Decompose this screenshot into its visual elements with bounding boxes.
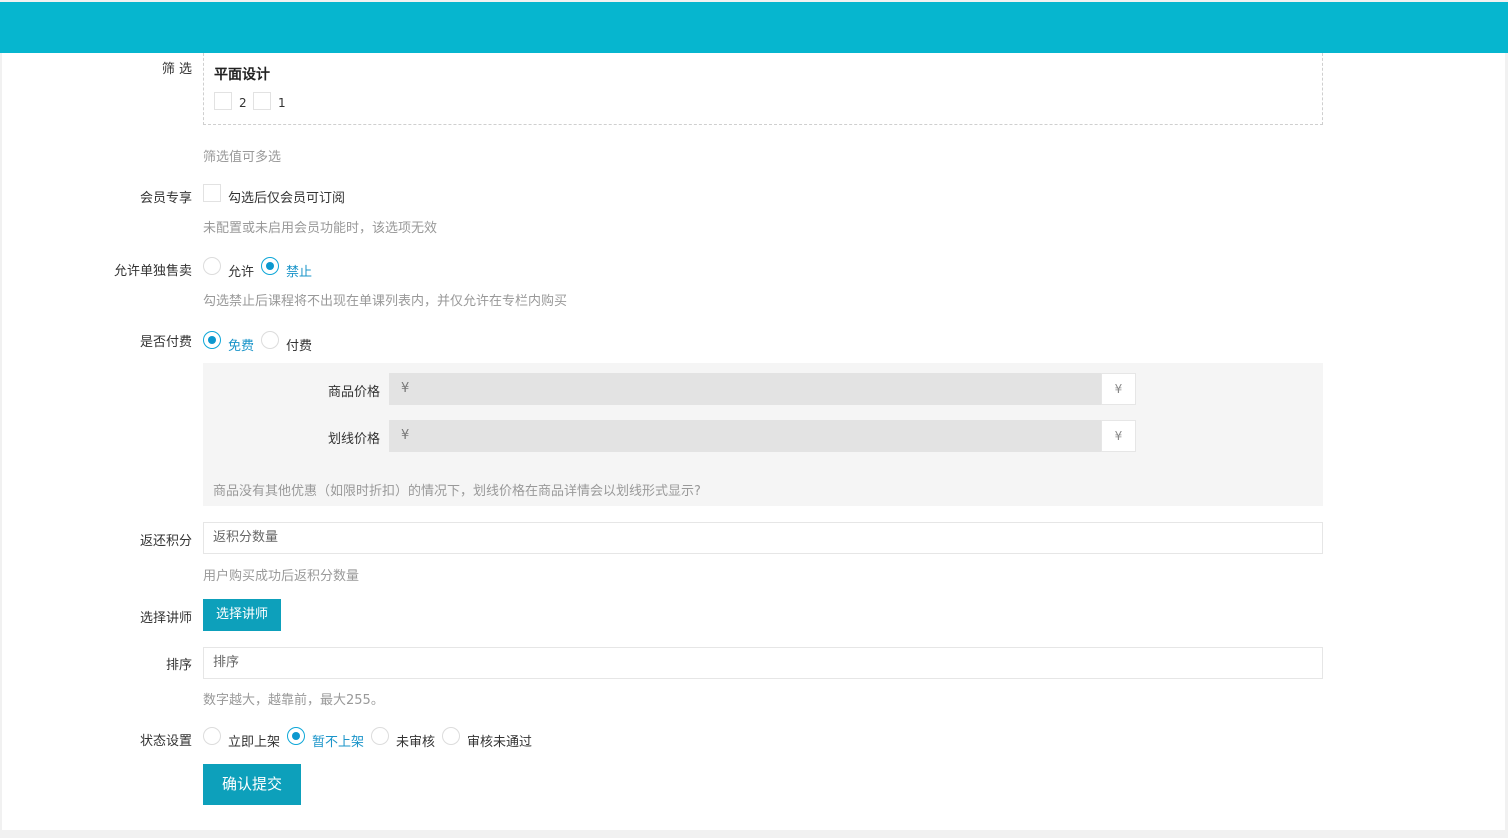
strike-price-currency-addon: ¥ — [1101, 420, 1136, 452]
member-only-checkbox-label: 勾选后仅会员可订阅 — [228, 191, 346, 206]
status-publish-now-label: 立即上架 — [228, 735, 281, 750]
filter-help: 筛选值可多选 — [203, 150, 282, 165]
status-unreviewed-label: 未审核 — [396, 735, 436, 750]
paid-charge-label: 付费 — [286, 339, 313, 354]
status-rejected-label: 审核未通过 — [467, 735, 533, 750]
paid-charge-radio[interactable] — [261, 331, 279, 349]
filter-option-1-checkbox[interactable] — [253, 92, 271, 110]
filter-box: 平面设计 2 1 — [203, 53, 1323, 125]
paid-free-radio[interactable] — [203, 331, 221, 349]
strike-price-label: 划线价格 — [327, 432, 380, 447]
points-help: 用户购买成功后返积分数量 — [203, 569, 360, 584]
filter-group-title: 平面设计 — [214, 67, 270, 83]
single-sale-forbid-radio[interactable] — [261, 257, 279, 275]
teacher-label: 选择讲师 — [139, 611, 192, 626]
status-hold-radio[interactable] — [287, 727, 305, 745]
sort-help: 数字越大，越靠前，最大255。 — [203, 693, 384, 708]
single-sale-help: 勾选禁止后课程将不出现在单课列表内，并仅允许在专栏内购买 — [203, 294, 568, 309]
member-help: 未配置或未启用会员功能时，该选项无效 — [203, 221, 438, 236]
paid-label: 是否付费 — [139, 335, 192, 350]
status-hold-label: 暂不上架 — [312, 735, 365, 750]
submit-button[interactable]: 确认提交 — [203, 764, 301, 805]
filter-option-2-label: 2 — [239, 96, 247, 110]
filter-option-1-label: 1 — [278, 96, 286, 110]
price-input[interactable]: ¥ — [389, 373, 1101, 405]
filter-option-2-checkbox[interactable] — [214, 92, 232, 110]
filter-label: 筛 选 — [161, 62, 192, 77]
price-help: 商品没有其他优惠（如限时折扣）的情况下，划线价格在商品详情会以划线形式显示? — [213, 484, 701, 499]
status-rejected-radio[interactable] — [442, 727, 460, 745]
sort-label: 排序 — [165, 658, 192, 673]
status-label: 状态设置 — [139, 734, 192, 749]
price-box: 商品价格 ¥ ¥ 划线价格 ¥ ¥ 商品没有其他优惠（如限时折扣）的情况下，划线… — [203, 363, 1323, 506]
price-label: 商品价格 — [327, 385, 380, 400]
member-label: 会员专享 — [139, 191, 192, 206]
single-sale-label: 允许单独售卖 — [113, 264, 192, 279]
sort-input[interactable]: 排序 — [203, 647, 1323, 679]
points-label: 返还积分 — [139, 534, 192, 549]
single-sale-allow-radio[interactable] — [203, 257, 221, 275]
top-bar — [0, 2, 1508, 53]
points-input[interactable]: 返积分数量 — [203, 522, 1323, 554]
status-publish-now-radio[interactable] — [203, 727, 221, 745]
member-only-checkbox[interactable] — [203, 184, 221, 202]
form-panel: 筛 选 平面设计 2 1 筛选值可多选 会员专享 勾选后仅会员可订阅 未配置或未… — [2, 53, 1505, 830]
price-currency-addon: ¥ — [1101, 373, 1136, 405]
status-unreviewed-radio[interactable] — [371, 727, 389, 745]
single-sale-forbid-label: 禁止 — [286, 265, 313, 280]
select-teacher-button[interactable]: 选择讲师 — [203, 599, 281, 631]
strike-price-input[interactable]: ¥ — [389, 420, 1101, 452]
single-sale-allow-label: 允许 — [228, 265, 255, 280]
paid-free-label: 免费 — [228, 339, 255, 354]
